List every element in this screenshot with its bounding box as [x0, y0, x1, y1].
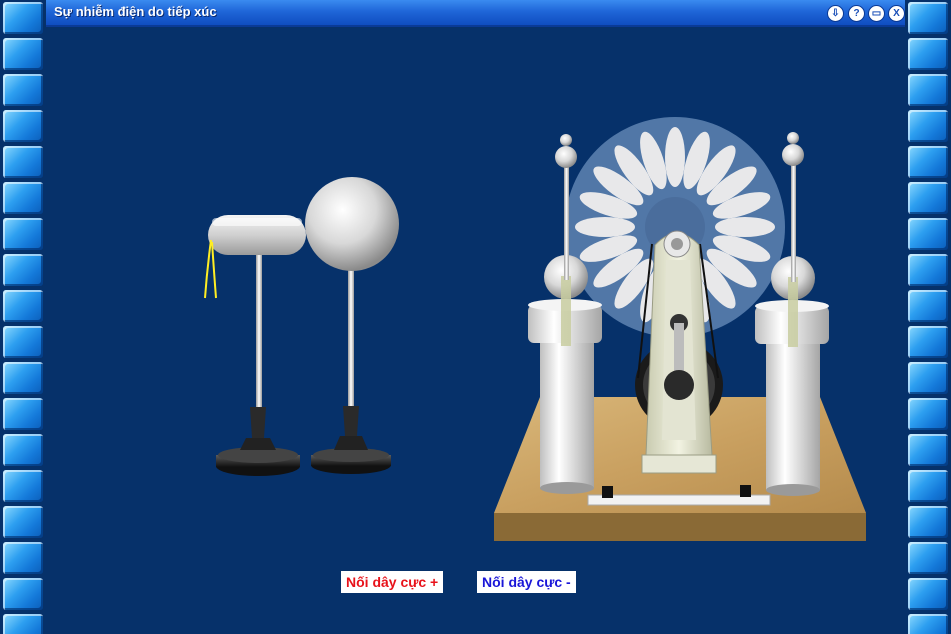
experiment-stage	[204, 117, 866, 541]
connect-negative-button[interactable]: Nối dây cực -	[477, 571, 576, 593]
connect-positive-button[interactable]: Nối dây cực +	[341, 571, 444, 593]
disc-sector	[665, 127, 685, 187]
cylinder-conductor-stand	[204, 215, 306, 476]
sphere-conductor-stand	[305, 177, 399, 474]
disc-sector	[715, 217, 775, 237]
wimshurst-machine	[494, 117, 866, 541]
disc-sector	[575, 217, 635, 237]
